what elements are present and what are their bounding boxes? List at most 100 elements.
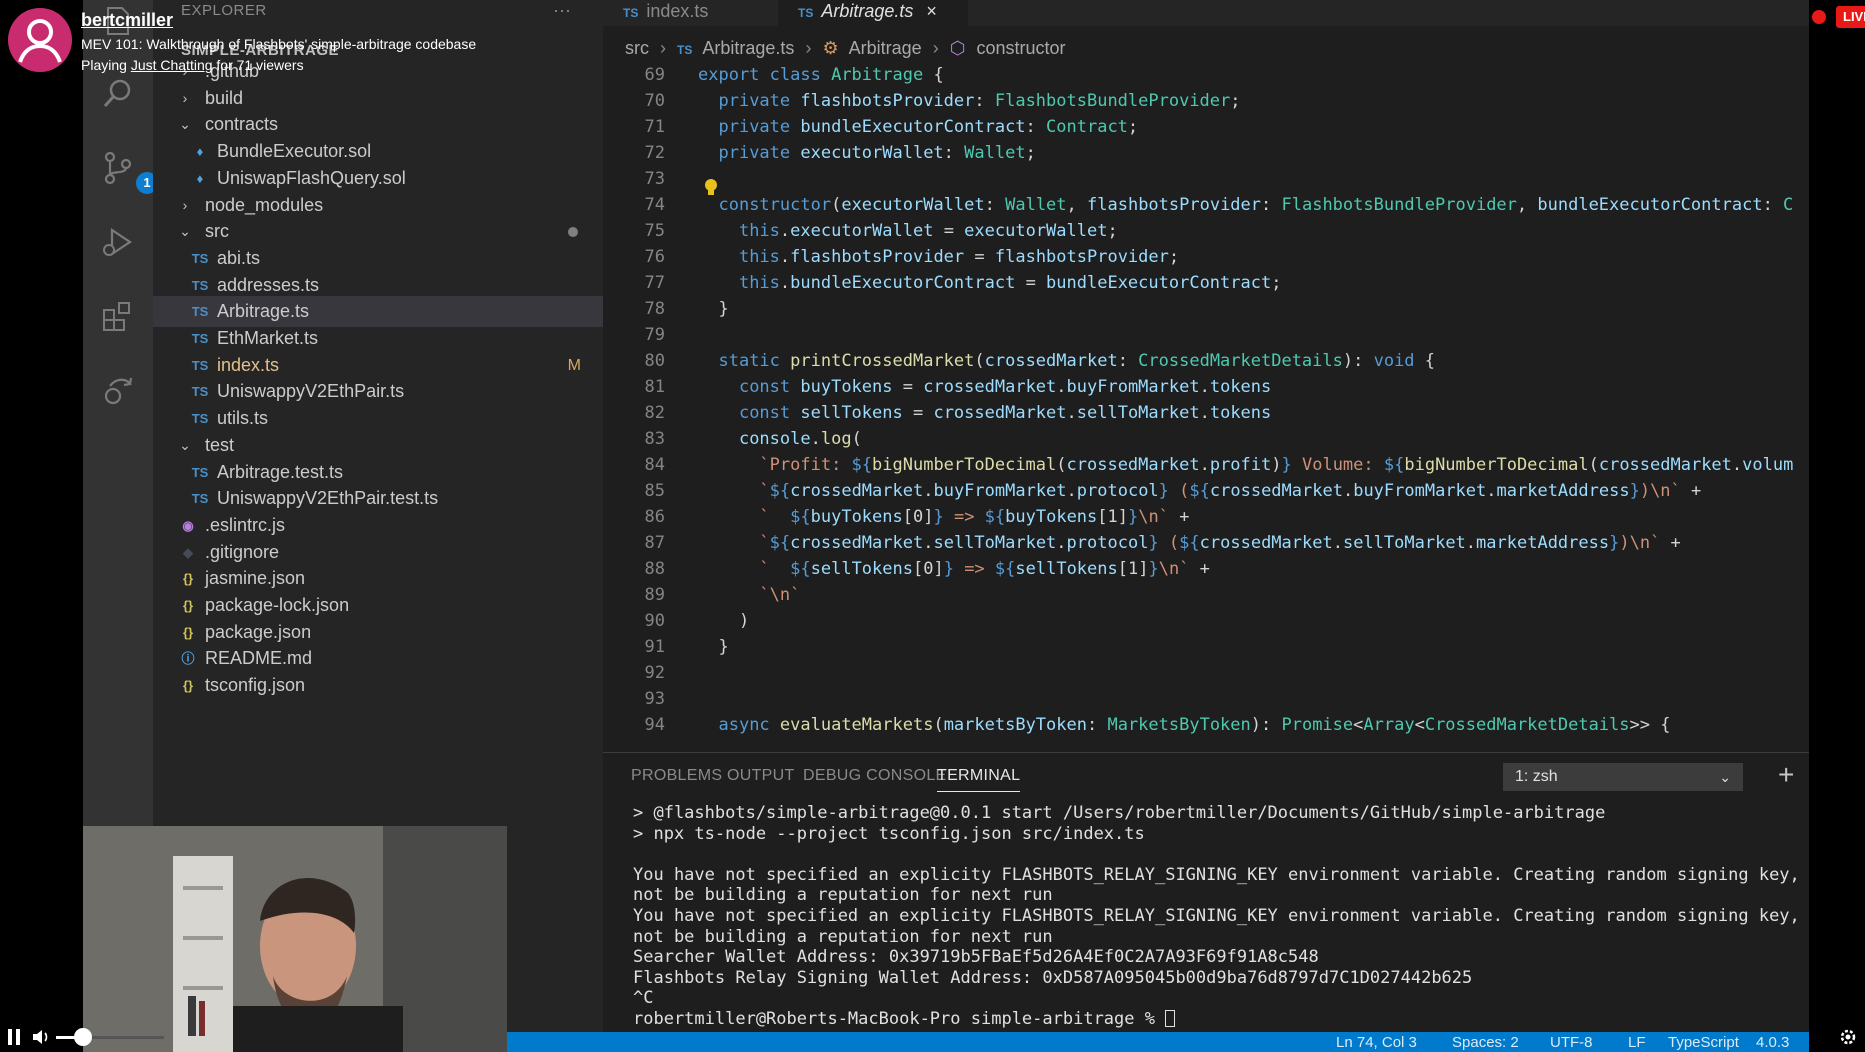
terminal-line: not be building a reputation for next ru… bbox=[633, 926, 1053, 947]
terminal-line: Searcher Wallet Address: 0x39719b5FBaEf5… bbox=[633, 947, 1319, 968]
line-number: 87 bbox=[644, 533, 665, 553]
code-text: } bbox=[698, 299, 729, 319]
code-text: `${crossedMarket.buyFromMarket.protocol}… bbox=[759, 481, 1702, 501]
terminal-select-value: 1: zsh bbox=[1515, 768, 1558, 785]
file-name: tsconfig.json bbox=[205, 675, 306, 696]
code-line: 82 const sellTokens = crossedMarket.sell… bbox=[603, 400, 1809, 426]
terminal-line: > npx ts-node --project tsconfig.json sr… bbox=[633, 823, 1145, 844]
tab-debug-console[interactable]: DEBUG CONSOLE bbox=[803, 767, 947, 785]
tab-arbitrage[interactable]: TS Arbitrage.ts × bbox=[778, 0, 968, 26]
code-text: static printCrossedMarket(crossedMarket:… bbox=[718, 351, 1436, 371]
run-debug-icon[interactable] bbox=[100, 224, 136, 260]
chevron-right-icon: › bbox=[932, 38, 939, 58]
code-line: 78 } bbox=[603, 296, 1809, 322]
breadcrumb-class[interactable]: Arbitrage bbox=[849, 38, 922, 58]
settings-icon[interactable] bbox=[1838, 1027, 1858, 1047]
volume-knob[interactable] bbox=[74, 1028, 92, 1046]
code-line: 73 bbox=[603, 166, 1809, 192]
class-icon: ⚙ bbox=[822, 38, 839, 58]
typescript-file-icon: TS bbox=[623, 6, 639, 20]
code-line: 71 private bundleExecutorContract: Contr… bbox=[603, 114, 1809, 140]
code-text: ) bbox=[698, 611, 750, 631]
explorer-header: EXPLORER bbox=[181, 2, 267, 19]
pause-icon[interactable] bbox=[6, 1028, 22, 1046]
terminal-line: Flashbots Relay Signing Wallet Address: … bbox=[633, 967, 1473, 988]
code-line: 89 `\n` bbox=[603, 582, 1809, 608]
breadcrumb-file[interactable]: Arbitrage.ts bbox=[702, 38, 794, 58]
viewer-count: for 71 viewers bbox=[216, 57, 304, 73]
code-text: private flashbotsProvider: FlashbotsBund… bbox=[718, 91, 1241, 111]
line-number: 74 bbox=[644, 195, 665, 215]
code-text: `\n` bbox=[759, 585, 801, 605]
typescript-file-icon: TS bbox=[677, 43, 693, 57]
tab-output[interactable]: OUTPUT bbox=[727, 767, 795, 785]
new-terminal-button[interactable]: + bbox=[1778, 759, 1794, 791]
typescript-file-icon: TS bbox=[798, 6, 814, 20]
breadcrumb-folder[interactable]: src bbox=[625, 38, 649, 58]
breadcrumb-method[interactable]: constructor bbox=[976, 38, 1065, 58]
terminal-select[interactable]: 1: zsh ⌄ bbox=[1503, 763, 1743, 791]
code-line: 90 ) bbox=[603, 608, 1809, 634]
line-number: 71 bbox=[644, 117, 665, 137]
code-text: constructor(executorWallet: Wallet, flas… bbox=[718, 195, 1794, 215]
line-number: 84 bbox=[644, 455, 665, 475]
code-text: const sellTokens = crossedMarket.sellToM… bbox=[738, 403, 1272, 423]
code-line: 77 this.bundleExecutorContract = bundleE… bbox=[603, 270, 1809, 296]
live-share-icon[interactable] bbox=[100, 372, 136, 408]
line-number: 72 bbox=[644, 143, 665, 163]
tab-index[interactable]: TS index.ts bbox=[623, 0, 773, 26]
tab-terminal[interactable]: TERMINAL bbox=[937, 767, 1021, 792]
code-editor[interactable]: 69 export class Arbitrage {70 private fla… bbox=[603, 65, 1809, 746]
json-file-icon: {} bbox=[182, 678, 194, 694]
code-line: 70 private flashbotsProvider: FlashbotsB… bbox=[603, 88, 1809, 114]
tab-label: Arbitrage.ts bbox=[821, 1, 914, 21]
tab-label: index.ts bbox=[646, 1, 709, 21]
code-line: 87 `${crossedMarket.sellToMarket.protoco… bbox=[603, 530, 1809, 556]
stream-playing: Playing Just Chatting for 71 viewers bbox=[81, 57, 304, 73]
line-number: 89 bbox=[644, 585, 665, 605]
category-link[interactable]: Just Chatting bbox=[131, 57, 213, 73]
streamer-name[interactable]: bertcmiller bbox=[81, 10, 173, 31]
bottom-panel: PROBLEMS OUTPUT DEBUG CONSOLE TERMINAL 1… bbox=[603, 752, 1809, 1052]
close-icon[interactable]: × bbox=[926, 1, 937, 21]
file-item[interactable]: {} tsconfig.json bbox=[153, 670, 603, 701]
editor-tabs: TS index.ts TS Arbitrage.ts × bbox=[603, 0, 1809, 26]
code-text: `${crossedMarket.sellToMarket.protocol} … bbox=[759, 533, 1681, 553]
avatar[interactable] bbox=[8, 8, 72, 72]
line-number: 79 bbox=[644, 325, 665, 345]
code-text: this.executorWallet = executorWallet; bbox=[738, 221, 1118, 241]
code-line: 94 async evaluateMarkets(marketsByToken:… bbox=[603, 712, 1809, 738]
code-line: 83 console.log( bbox=[603, 426, 1809, 452]
method-icon: ⬡ bbox=[949, 38, 966, 58]
code-text: async evaluateMarkets(marketsByToken: Ma… bbox=[718, 715, 1671, 735]
code-text: export class Arbitrage { bbox=[698, 65, 944, 85]
line-number: 80 bbox=[644, 351, 665, 371]
extensions-icon[interactable] bbox=[100, 298, 136, 334]
code-line: 88 ` ${sellTokens[0]} => ${sellTokens[1]… bbox=[603, 556, 1809, 582]
terminal-line: not be building a reputation for next ru… bbox=[633, 885, 1053, 906]
source-control-icon[interactable]: 1 bbox=[100, 150, 158, 194]
player-controls bbox=[0, 1022, 1865, 1052]
code-line: 93 bbox=[603, 686, 1809, 712]
code-line: 74 constructor(executorWallet: Wallet, f… bbox=[603, 192, 1809, 218]
code-text: this.flashbotsProvider = flashbotsProvid… bbox=[738, 247, 1180, 267]
search-icon[interactable] bbox=[100, 76, 136, 112]
terminal-line: > @flashbots/simple-arbitrage@0.0.1 star… bbox=[633, 803, 1606, 823]
code-line: 91 } bbox=[603, 634, 1809, 660]
code-line: 79 bbox=[603, 322, 1809, 348]
volume-icon[interactable] bbox=[32, 1028, 50, 1046]
line-number: 70 bbox=[644, 91, 665, 111]
code-text: `Profit: ${bigNumberToDecimal(crossedMar… bbox=[759, 455, 1794, 475]
webcam-video bbox=[83, 826, 507, 1052]
line-number: 85 bbox=[644, 481, 665, 501]
line-number: 78 bbox=[644, 299, 665, 319]
line-number: 81 bbox=[644, 377, 665, 397]
terminal-output[interactable]: > @flashbots/simple-arbitrage@0.0.1 star… bbox=[633, 803, 1809, 1030]
chevron-right-icon: › bbox=[805, 38, 812, 58]
code-text: this.bundleExecutorContract = bundleExec… bbox=[738, 273, 1282, 293]
code-line: 92 bbox=[603, 660, 1809, 686]
more-actions-button[interactable]: ··· bbox=[553, 0, 571, 21]
tab-problems[interactable]: PROBLEMS bbox=[631, 767, 722, 785]
code-text: console.log( bbox=[738, 429, 862, 449]
